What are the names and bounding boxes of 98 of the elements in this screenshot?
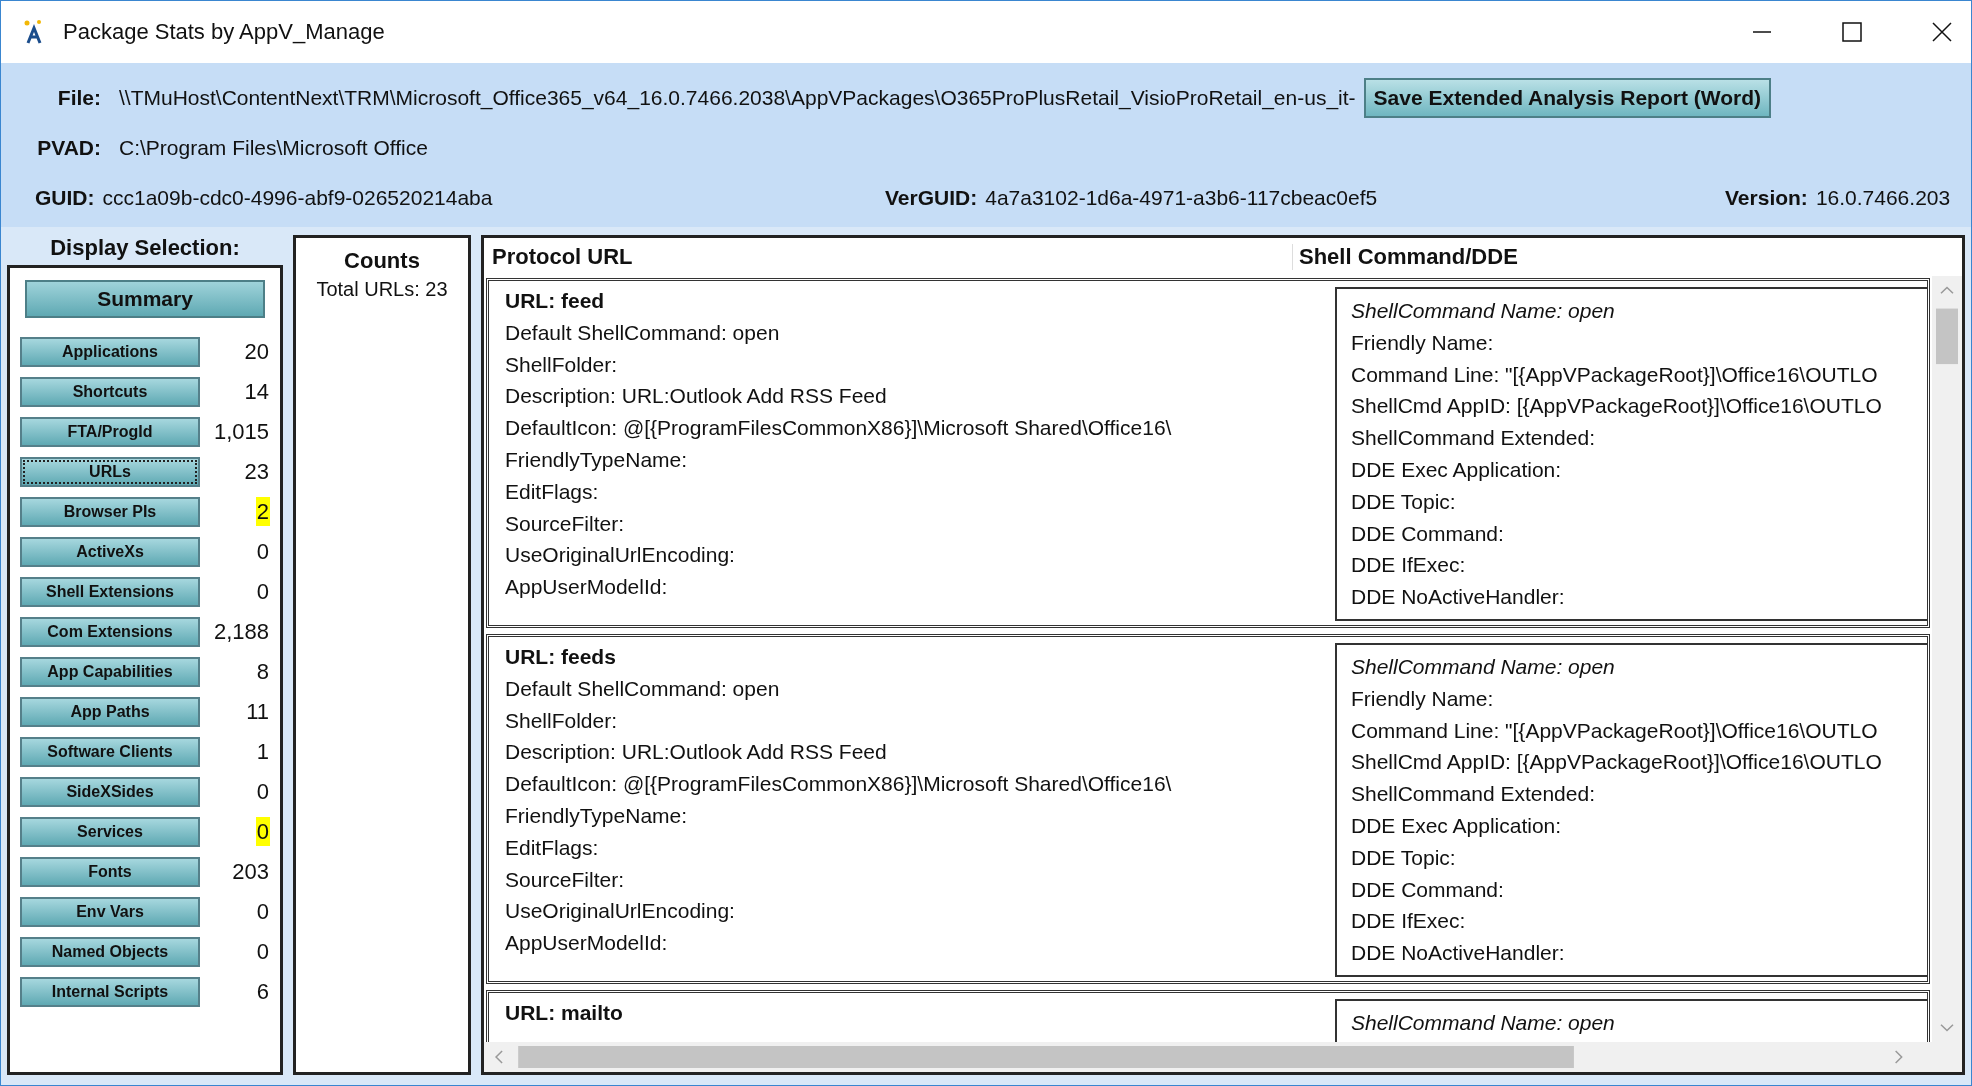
url-property: EditFlags: [505,834,600,861]
url-property: FriendlyTypeName: [505,803,689,829]
command-property: DDE Exec Application: [1351,457,1563,483]
category-button[interactable]: SideXSides [20,777,200,807]
command-property: Friendly Name: [1351,685,1495,712]
url-property: SourceFilter: [505,866,626,893]
url-property: AppUserModelId: [505,930,669,957]
item-count: 23 [243,458,270,486]
item-count: 2,188 [212,618,270,646]
item-count: 8 [255,658,270,686]
command-name: ShellCommand Name: open [1351,1010,1616,1036]
summary-button[interactable]: Summary [25,280,265,318]
url-name: URL: feed [505,288,606,314]
item-count: 1 [255,738,270,766]
column-header: Protocol URL [484,244,1293,270]
field-label: VerGUID: [884,186,979,210]
item-count: 14 [243,378,270,406]
field-label: Version: [1724,186,1809,210]
field-value: C:\Program Files\Microsoft Office [119,136,428,160]
field-value: \\TMuHost\ContentNext\TRM\Microsoft_Office365_v64_16.0.7466.2038\AppVPackages\O365ProPlusRetail_VisioProRetail_en-us_it- [119,86,1356,110]
category-button[interactable]: Env Vars [20,897,200,927]
command-name: ShellCommand Name: open [1351,298,1616,324]
url-property: ShellFolder: [505,351,619,378]
count-text: Total URLs: 23 [315,278,449,301]
url-property: AppUserModelId: [505,574,669,601]
maximize-icon[interactable] [1841,21,1863,43]
command-property: ShellCommand Extended: [1351,425,1596,452]
panel-title: Display Selection: [49,235,241,262]
horizontal-scrollbar[interactable] [484,1042,1962,1072]
command-property: DDE Topic: [1351,488,1457,515]
category-button[interactable]: Fonts [20,857,200,887]
url-property: SourceFilter: [505,510,626,537]
category-button[interactable]: ActiveXs [20,537,200,567]
category-button[interactable]: App Paths [20,697,200,727]
field-value: ccc1a09b-cdc0-4996-abf9-026520214aba [102,186,493,210]
window-title: Package Stats by AppV_Manage [63,19,385,45]
item-count: 0 [255,778,270,806]
field-value: 16.0.7466.203 [1815,186,1951,210]
url-property: EditFlags: [505,478,600,505]
category-button[interactable]: Shell Extensions [20,577,200,607]
category-button[interactable]: Shortcuts [20,377,200,407]
command-property: DDE IfExec: [1351,908,1467,935]
item-count: 2 [255,497,270,526]
item-count: 0 [255,898,270,926]
item-count: 6 [255,978,270,1006]
category-button[interactable]: Services [20,817,200,847]
url-property: UseOriginalUrlEncoding: [505,542,736,569]
item-count: 20 [243,338,270,366]
command-property: ShellCommand Extended: [1351,781,1596,808]
command-property: Command Line: "[{AppVPackageRoot}]\Office16\OUTLO [1351,361,1879,388]
item-count: 0 [255,538,270,566]
url-property: FriendlyTypeName: [505,447,689,473]
command-property: Command Line: "[{AppVPackageRoot}]\Office16\OUTLO [1351,717,1879,744]
command-property: DDE Command: [1351,520,1505,547]
url-name: URL: feeds [505,644,617,670]
category-button[interactable]: App Capabilities [20,657,200,687]
category-button[interactable]: Applications [20,337,200,367]
command-property: DDE NoActiveHandler: [1351,940,1566,967]
item-count: 0 [255,938,270,966]
command-property: DDE Command: [1351,876,1505,903]
item-count: 11 [245,698,270,726]
command-property: DDE Topic: [1351,844,1457,871]
url-property: Description: URL:Outlook Add RSS Feed [505,739,888,766]
command-property: ShellCmd AppID: [{AppVPackageRoot}]\Office16\OUTLO [1351,749,1883,776]
url-property: Default ShellCommand: open [505,319,781,346]
url-property: Description: URL:Outlook Add RSS Feed [505,383,888,410]
field-label: PVAD: [36,136,102,160]
field-label: File: [56,86,102,110]
category-button[interactable]: Browser PIs [20,497,200,527]
save-report-button[interactable]: Save Extended Analysis Report (Word) [1363,78,1771,118]
item-count: 203 [231,858,270,886]
command-property: DDE IfExec: [1351,552,1467,579]
category-button[interactable]: URLs [20,457,200,487]
url-property: Default ShellCommand: open [505,675,781,702]
url-property: UseOriginalUrlEncoding: [505,898,736,925]
category-button[interactable]: Named Objects [20,937,200,967]
vertical-scrollbar[interactable] [1932,276,1962,1042]
column-header: Shell Command/DDE [1298,244,1518,270]
url-property: DefaultIcon: @[{ProgramFilesCommonX86}]\Microsoft Shared\Office16\ [505,771,1173,798]
close-icon[interactable] [1931,21,1953,43]
command-name: ShellCommand Name: open [1351,654,1616,680]
item-count: 0 [255,817,270,846]
item-count: 1,015 [212,418,270,446]
command-property: ShellCmd AppID: [{AppVPackageRoot}]\Office16\OUTLO [1351,393,1883,420]
command-property: DDE NoActiveHandler: [1351,584,1566,611]
command-property: Friendly Name: [1351,329,1495,356]
url-property: DefaultIcon: @[{ProgramFilesCommonX86}]\Microsoft Shared\Office16\ [505,415,1173,442]
category-button[interactable]: FTA/ProgId [20,417,200,447]
url-property: ShellFolder: [505,707,619,734]
field-value: 4a7a3102-1d6a-4971-a3b6-117cbeac0ef5 [985,186,1378,210]
field-label: GUID: [34,186,96,210]
command-property: DDE Exec Application: [1351,813,1563,839]
category-button[interactable]: Software Clients [20,737,200,767]
category-button[interactable]: Internal Scripts [20,977,200,1007]
panel-title: Counts [343,248,421,274]
item-count: 0 [255,578,270,606]
url-name: URL: mailto [505,1000,624,1026]
category-button[interactable]: Com Extensions [20,617,200,647]
